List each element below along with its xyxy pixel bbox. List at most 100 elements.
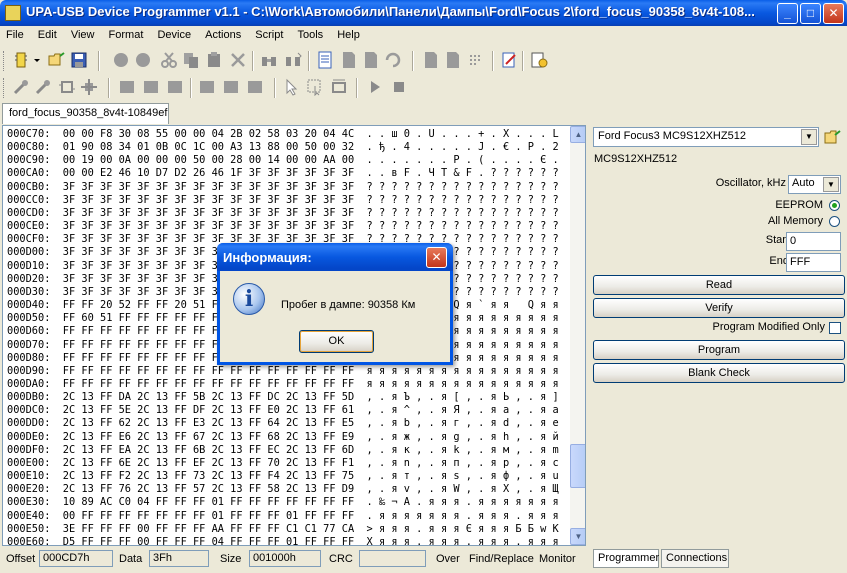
oscillator-select[interactable]: Auto ▼ bbox=[788, 175, 841, 194]
toolbar-separator-7 bbox=[108, 78, 110, 98]
document-gray-icon-2[interactable] bbox=[362, 51, 380, 69]
paste-icon[interactable] bbox=[205, 51, 223, 69]
hex-line[interactable]: 000CE0: 3F 3F 3F 3F 3F 3F 3F 3F 3F 3F 3F… bbox=[3, 220, 559, 233]
device-select[interactable]: Ford Focus3 MC9S12XHZ512 ▼ bbox=[593, 127, 819, 147]
hex-line[interactable]: 000DA0: FF FF FF FF FF FF FF FF FF FF FF… bbox=[3, 378, 559, 391]
dropdown-arrow-icon[interactable] bbox=[32, 51, 42, 69]
probe-icon-2[interactable] bbox=[34, 78, 52, 96]
read-button[interactable]: Read bbox=[593, 275, 845, 295]
frame-icon[interactable] bbox=[330, 78, 348, 96]
hex-line[interactable]: 000DD0: 2C 13 FF 62 2C 13 FF E3 2C 13 FF… bbox=[3, 417, 559, 430]
block-icon-4[interactable] bbox=[198, 78, 216, 96]
hex-line[interactable]: 000CA0: 00 00 E2 46 10 D7 D2 26 46 1F 3F… bbox=[3, 167, 559, 180]
page-icon[interactable] bbox=[422, 51, 440, 69]
toolbar-separator-4 bbox=[412, 51, 414, 71]
select-area-icon[interactable] bbox=[306, 78, 324, 96]
hex-line[interactable]: 000E00: 2C 13 FF 6E 2C 13 FF EF 2C 13 FF… bbox=[3, 457, 559, 470]
eeprom-radio[interactable] bbox=[829, 200, 840, 211]
document-tab[interactable]: ford_focus_90358_8v4t-10849ef bbox=[2, 103, 169, 124]
menu-tools[interactable]: Tools bbox=[291, 26, 328, 41]
menu-device[interactable]: Device bbox=[151, 26, 196, 41]
menu-script[interactable]: Script bbox=[249, 26, 288, 41]
circle-disabled-icon-2[interactable] bbox=[134, 51, 152, 69]
menu-view[interactable]: View bbox=[65, 26, 100, 41]
vertical-scrollbar[interactable]: ▲ ▼ bbox=[570, 126, 585, 545]
page-icon-2[interactable] bbox=[444, 51, 462, 69]
connector-icon[interactable] bbox=[80, 78, 98, 96]
hex-line[interactable]: 000DF0: 2C 13 FF EA 2C 13 FF 6B 2C 13 FF… bbox=[3, 444, 559, 457]
copy-icon[interactable] bbox=[182, 51, 200, 69]
hex-line[interactable]: 000D90: FF FF FF FF FF FF FF FF FF FF FF… bbox=[3, 365, 559, 378]
find-replace-link[interactable]: Find/Replace bbox=[469, 553, 534, 565]
maximize-button[interactable]: □ bbox=[800, 3, 821, 24]
delete-icon[interactable] bbox=[229, 51, 247, 69]
close-button[interactable]: ✕ bbox=[823, 3, 844, 24]
chip-frame-icon[interactable] bbox=[58, 78, 76, 96]
circle-disabled-icon[interactable] bbox=[112, 51, 130, 69]
hex-line[interactable]: 000E30: 10 89 AC C0 04 FF FF FF 01 FF FF… bbox=[3, 496, 559, 509]
hex-line[interactable]: 000DE0: 2C 13 FF E6 2C 13 FF 67 2C 13 FF… bbox=[3, 431, 559, 444]
block-icon-3[interactable] bbox=[166, 78, 184, 96]
hex-line[interactable]: 000E20: 2C 13 FF 76 2C 13 FF 57 2C 13 FF… bbox=[3, 483, 559, 496]
blank-check-button[interactable]: Blank Check bbox=[593, 363, 845, 383]
hex-line[interactable]: 000DB0: 2C 13 FF DA 2C 13 FF 5B 2C 13 FF… bbox=[3, 391, 559, 404]
hex-line[interactable]: 000C70: 00 00 F8 30 08 55 00 00 04 2B 02… bbox=[3, 128, 559, 141]
binoculars-icon[interactable] bbox=[260, 51, 278, 69]
block-icon-5[interactable] bbox=[222, 78, 240, 96]
refresh-icon[interactable] bbox=[384, 51, 402, 69]
hex-line[interactable]: 000CD0: 3F 3F 3F 3F 3F 3F 3F 3F 3F 3F 3F… bbox=[3, 207, 559, 220]
size-field: 001000h bbox=[249, 550, 321, 567]
tab-connections[interactable]: Connections bbox=[661, 549, 729, 568]
ok-button[interactable]: OK bbox=[299, 330, 374, 353]
tab-programmer[interactable]: Programmer bbox=[593, 549, 659, 568]
monitor-link[interactable]: Monitor bbox=[539, 553, 576, 565]
minimize-button[interactable]: _ bbox=[777, 3, 798, 24]
hex-line[interactable]: 000C80: 01 90 08 34 01 0B 0C 1C 00 A3 13… bbox=[3, 141, 559, 154]
hex-line[interactable]: 000E50: 3E FF FF FF 00 FF FF FF AA FF FF… bbox=[3, 523, 559, 536]
grid-icon[interactable] bbox=[468, 51, 486, 69]
menu-format[interactable]: Format bbox=[103, 26, 149, 41]
hex-line[interactable]: 000E60: D5 FF FF FF 00 FF FF FF 04 FF FF… bbox=[3, 536, 559, 545]
document-blue-icon[interactable] bbox=[316, 51, 334, 69]
stop-icon[interactable] bbox=[390, 78, 408, 96]
menu-edit[interactable]: Edit bbox=[32, 26, 62, 41]
window-title: UPA-USB Device Programmer v1.1 - C:\Work… bbox=[26, 4, 755, 19]
open-folder-icon[interactable] bbox=[824, 129, 842, 145]
scroll-up-button[interactable]: ▲ bbox=[570, 126, 585, 143]
find-next-icon[interactable] bbox=[284, 51, 302, 69]
settings-page-icon[interactable] bbox=[530, 51, 548, 69]
edit-page-icon[interactable] bbox=[500, 51, 518, 69]
document-gray-icon[interactable] bbox=[340, 51, 358, 69]
hex-line[interactable]: 000E40: 00 FF FF FF FF FF FF FF 01 FF FF… bbox=[3, 510, 559, 523]
chevron-down-icon[interactable]: ▼ bbox=[823, 177, 839, 192]
hex-line[interactable]: 000CB0: 3F 3F 3F 3F 3F 3F 3F 3F 3F 3F 3F… bbox=[3, 181, 559, 194]
chevron-down-icon[interactable]: ▼ bbox=[801, 129, 817, 145]
block-icon-6[interactable] bbox=[246, 78, 264, 96]
verify-button[interactable]: Verify bbox=[593, 298, 845, 318]
scroll-down-button[interactable]: ▼ bbox=[570, 528, 585, 545]
new-chip-icon[interactable] bbox=[12, 51, 30, 69]
program-button[interactable]: Program bbox=[593, 340, 845, 360]
menu-help[interactable]: Help bbox=[331, 26, 365, 41]
scroll-thumb[interactable] bbox=[570, 444, 585, 488]
start-input[interactable]: 0 bbox=[786, 232, 841, 251]
save-icon[interactable] bbox=[70, 51, 88, 69]
hex-line[interactable]: 000E10: 2C 13 FF F2 2C 13 FF 73 2C 13 FF… bbox=[3, 470, 559, 483]
hex-line[interactable]: 000C90: 00 19 00 0A 00 00 00 50 00 28 00… bbox=[3, 154, 559, 167]
program-modified-only-checkbox[interactable] bbox=[829, 322, 841, 334]
menu-file[interactable]: File bbox=[0, 26, 29, 41]
dialog-close-icon[interactable]: ✕ bbox=[426, 247, 447, 268]
hex-line[interactable]: 000CC0: 3F 3F 3F 3F 3F 3F 3F 3F 3F 3F 3F… bbox=[3, 194, 559, 207]
open-folder-icon[interactable] bbox=[48, 51, 66, 69]
play-icon[interactable] bbox=[366, 78, 384, 96]
pointer-icon[interactable] bbox=[282, 78, 300, 96]
dialog-message: Пробег в дампе: 90358 Км bbox=[281, 299, 416, 311]
probe-icon[interactable] bbox=[12, 78, 30, 96]
block-icon[interactable] bbox=[118, 78, 136, 96]
all-memory-radio[interactable] bbox=[829, 216, 840, 227]
block-icon-2[interactable] bbox=[142, 78, 160, 96]
end-input[interactable]: FFF bbox=[786, 253, 841, 272]
cut-icon[interactable] bbox=[160, 51, 178, 69]
menu-actions[interactable]: Actions bbox=[199, 26, 246, 41]
hex-line[interactable]: 000DC0: 2C 13 FF 5E 2C 13 FF DF 2C 13 FF… bbox=[3, 404, 559, 417]
